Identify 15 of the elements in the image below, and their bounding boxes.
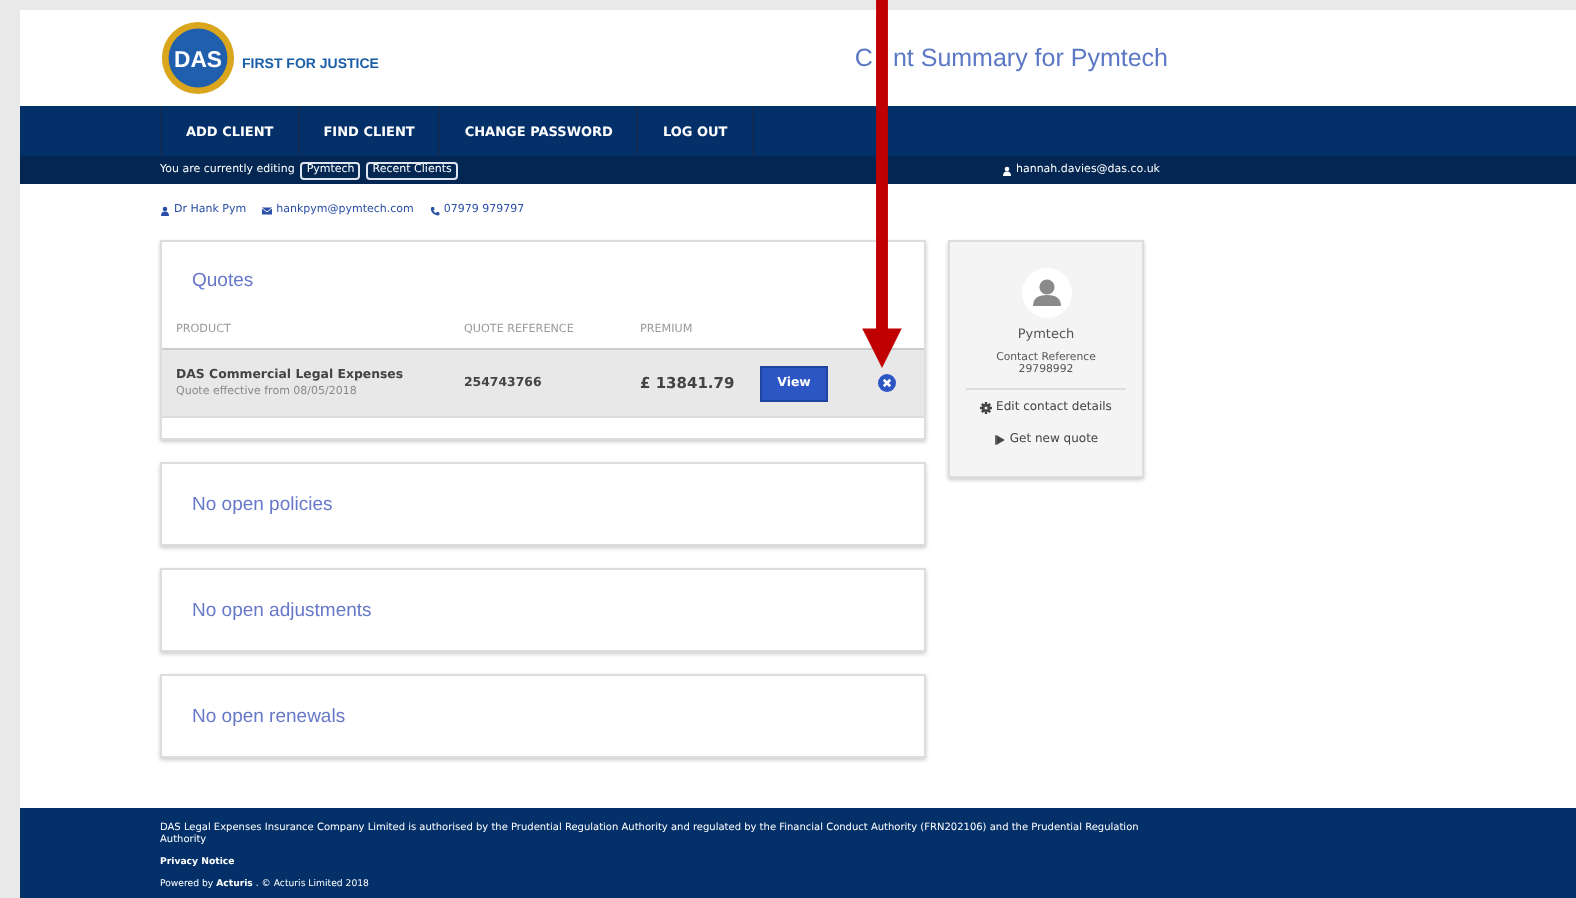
person-icon [160,205,170,215]
user-icon [1001,165,1012,175]
gear-icon [980,401,993,413]
close-icon[interactable] [878,374,896,392]
card-title: No open adjustments [190,597,374,625]
envelope-icon [262,205,273,215]
phone-icon [429,205,440,215]
card-title: No open renewals [190,703,348,731]
page-title: nt Summary for Pymtech [892,44,1168,72]
play-icon [993,433,1006,445]
card-title: No open policies [190,491,335,519]
page-title: C [854,44,873,72]
card-title: Quotes [190,267,256,295]
logo: DAS [160,20,236,96]
avatar-icon [1021,268,1071,318]
